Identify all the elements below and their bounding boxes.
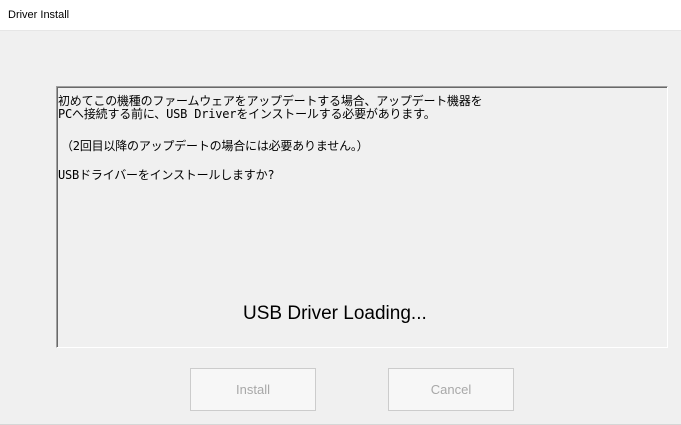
driver-install-window: Driver Install 初めてこの機種のファームウェアをアップデートする場… xyxy=(0,0,681,425)
message-line-1: 初めてこの機種のファームウェアをアップデートする場合、アップデート機器を xyxy=(58,94,483,108)
window-title: Driver Install xyxy=(8,9,70,21)
cancel-button[interactable]: Cancel xyxy=(388,368,514,411)
loading-status: USB Driver Loading... xyxy=(243,303,427,324)
title-bar[interactable]: Driver Install xyxy=(0,0,681,31)
message-line-3: （2回目以降のアップデートの場合には必要ありません。） xyxy=(61,139,369,153)
install-prompt: USBドライバーをインストールしますか? xyxy=(58,168,275,182)
message-line-2: PCへ接続する前に、USB Driverをインストールする必要があります。 xyxy=(58,107,436,121)
install-button[interactable]: Install xyxy=(190,368,316,411)
